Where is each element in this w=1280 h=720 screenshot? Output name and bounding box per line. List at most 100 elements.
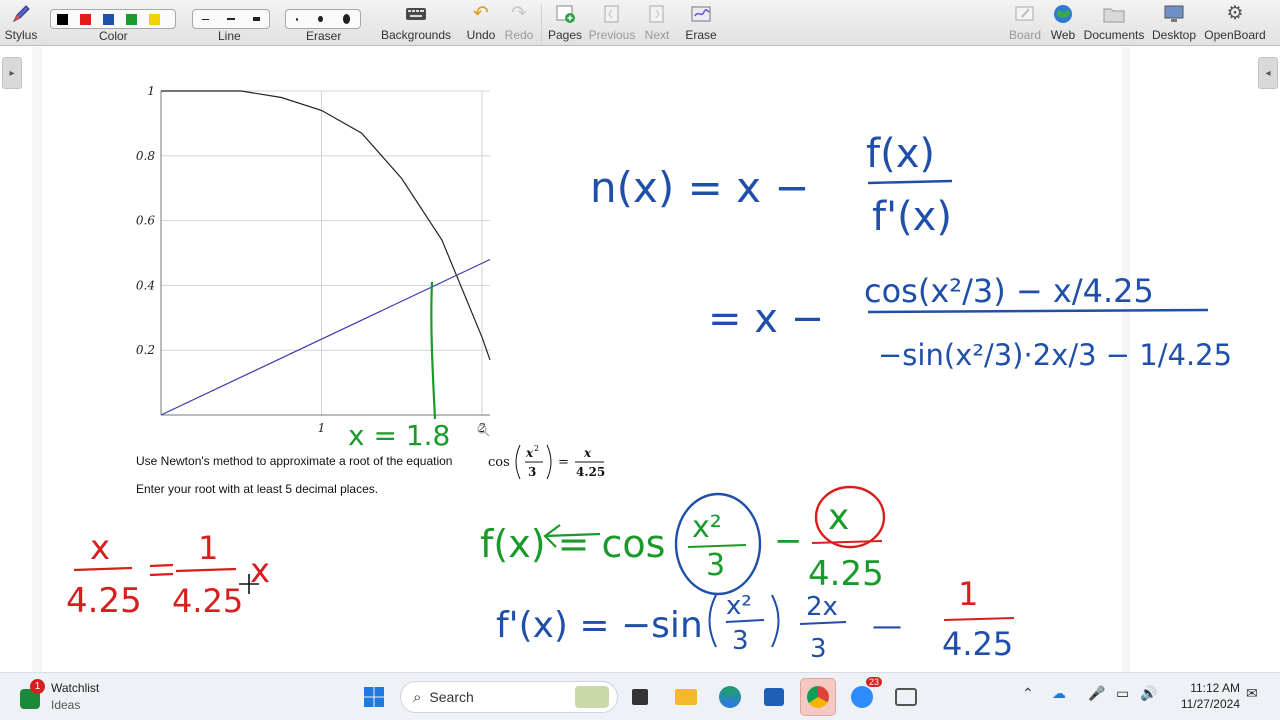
board-icon — [1014, 2, 1036, 26]
openboard-taskbar-button[interactable] — [890, 681, 922, 713]
eq-left-paren — [515, 444, 521, 480]
board-button[interactable]: Board — [1008, 2, 1042, 44]
clock-time: 11:12 AM — [1190, 681, 1240, 695]
redo-icon: ↷ — [511, 3, 527, 24]
color-palette — [50, 9, 176, 29]
widget-badge: 1 — [30, 679, 45, 694]
microphone-icon[interactable]: 🎤 — [1088, 685, 1105, 702]
file-explorer-button[interactable] — [670, 681, 702, 713]
graph-tick-labels: 0.20.40.60.811 2 — [136, 84, 486, 435]
page-margin-left — [32, 47, 42, 672]
f-minus: − — [774, 521, 803, 561]
fprime-mult-denominator: 3 — [810, 634, 827, 664]
next-page-button[interactable]: Next — [640, 2, 674, 44]
y-tick-label: 0.4 — [136, 278, 155, 292]
keyboard-icon — [405, 2, 427, 26]
eraser-large-option[interactable] — [342, 14, 350, 24]
backgrounds-button[interactable]: Backgrounds — [380, 2, 452, 44]
line-medium-option[interactable] — [227, 18, 235, 20]
f-frac-denominator: 3 — [706, 548, 725, 583]
folder-taskbar-icon — [675, 689, 697, 705]
red-circle-annotation — [814, 485, 886, 549]
left-panel-toggle[interactable]: ▸ — [2, 57, 22, 89]
erase-button[interactable]: Erase — [684, 2, 718, 44]
folder-icon — [1102, 2, 1126, 26]
stylus-label: Stylus — [4, 28, 38, 42]
redo-button[interactable]: ↷ Redo — [502, 2, 536, 44]
newton-sub-fraction-bar — [867, 308, 1209, 314]
undo-button[interactable]: ↶ Undo — [464, 2, 498, 44]
right-panel-toggle[interactable]: ◂ — [1258, 57, 1278, 89]
eq-rhs-numerator: x — [583, 446, 592, 460]
openboard-button[interactable]: ⚙ OpenBoard — [1204, 2, 1266, 44]
eraser-medium-option[interactable] — [318, 16, 323, 22]
store-button[interactable] — [758, 681, 790, 713]
documents-button[interactable]: Documents — [1084, 2, 1144, 44]
fprime-mult-numerator: 2x — [806, 592, 838, 622]
blue-circle-annotation — [674, 492, 762, 596]
notifications-icon[interactable]: ✉ — [1246, 685, 1258, 702]
newton-sub-prefix: = x − — [708, 296, 824, 342]
previous-page-button[interactable]: Previous — [588, 2, 636, 44]
show-hidden-icons-button[interactable]: ⌃ — [1022, 685, 1034, 702]
desktop-label: Desktop — [1151, 28, 1197, 42]
watchlist-widget[interactable]: 1 Watchlist Ideas — [18, 679, 148, 715]
stylus-button[interactable]: Stylus — [4, 2, 38, 44]
redo-label: Redo — [504, 28, 534, 42]
desktop-button[interactable]: Desktop — [1150, 2, 1198, 44]
monitor-icon — [1163, 2, 1185, 26]
web-button[interactable]: Web — [1048, 2, 1078, 44]
whiteboard-canvas[interactable]: ▸ ◂ 0.2 0.4 0.6 0.8 1 1 2 Use Newton's method … — [0, 47, 1280, 672]
eraser-small-option[interactable] — [296, 17, 299, 21]
f-frac-numerator: x² — [692, 510, 722, 545]
y-tick-label: 0.8 — [136, 149, 155, 163]
red-frac-right-bar — [175, 567, 237, 573]
start-button[interactable] — [358, 681, 390, 713]
zoom-badge: 23 — [865, 677, 882, 687]
newton-fraction-bar — [867, 179, 953, 185]
pages-button[interactable]: Pages — [547, 2, 583, 44]
f-x-bar — [811, 540, 883, 544]
task-view-button[interactable] — [624, 681, 656, 713]
question-line-2: Enter your root with at least 5 decimal … — [136, 482, 379, 496]
network-icon[interactable]: ▭ — [1116, 685, 1129, 702]
fprime-definition: f'(x) = −sin — [496, 605, 703, 646]
crosshair-cursor-icon — [239, 574, 259, 594]
line-thin-option[interactable] — [202, 18, 210, 20]
volume-icon[interactable]: 🔊 — [1140, 685, 1157, 702]
x-tick-label: 1 — [318, 421, 326, 435]
edge-icon — [719, 686, 741, 708]
eq-equals: = — [558, 455, 569, 470]
color-green-swatch[interactable] — [126, 13, 137, 25]
newton-denominator: f'(x) — [872, 194, 952, 240]
color-red-swatch[interactable] — [80, 13, 91, 25]
zoom-icon — [851, 686, 873, 708]
color-black-swatch[interactable] — [57, 13, 68, 25]
eq-denominator: 3 — [528, 465, 536, 479]
windows-taskbar: 1 Watchlist Ideas ⌕ Search 23 ⌃ ☁ 🎤 ▭ 🔊 … — [0, 672, 1280, 720]
fprime-parens — [708, 594, 780, 648]
next-page-label: Next — [644, 28, 670, 42]
onedrive-icon[interactable]: ☁ — [1052, 685, 1066, 702]
color-blue-swatch[interactable] — [103, 13, 114, 25]
eq-exponent: 2 — [534, 444, 539, 453]
color-yellow-swatch[interactable] — [149, 13, 160, 25]
next-page-icon — [648, 2, 666, 26]
zoom-button[interactable]: 23 — [846, 677, 882, 713]
newton-sub-denominator: −sin(x²/3)·2x/3 − 1/4.25 — [878, 338, 1232, 372]
eq-cos: cos — [488, 455, 510, 470]
openboard-app-icon — [895, 688, 917, 706]
taskbar-search[interactable]: ⌕ Search — [400, 681, 618, 713]
fprime-frac-bar — [725, 619, 765, 623]
clock[interactable]: 11:12 AM 11/27/2024 — [1170, 680, 1240, 712]
previous-page-label: Previous — [588, 28, 636, 42]
line-thick-option[interactable] — [252, 17, 260, 21]
eraser-label: Eraser — [306, 29, 342, 43]
line-label: Line — [218, 29, 241, 43]
chrome-button[interactable] — [800, 678, 836, 716]
chrome-icon — [807, 686, 829, 708]
openboard-toolbar: Stylus Color Line Eraser Backgrounds ↶ U… — [0, 0, 1280, 46]
red-frac-right-num: 1 — [198, 529, 218, 567]
y-tick-label: 0.6 — [136, 214, 155, 228]
edge-button[interactable] — [714, 681, 746, 713]
